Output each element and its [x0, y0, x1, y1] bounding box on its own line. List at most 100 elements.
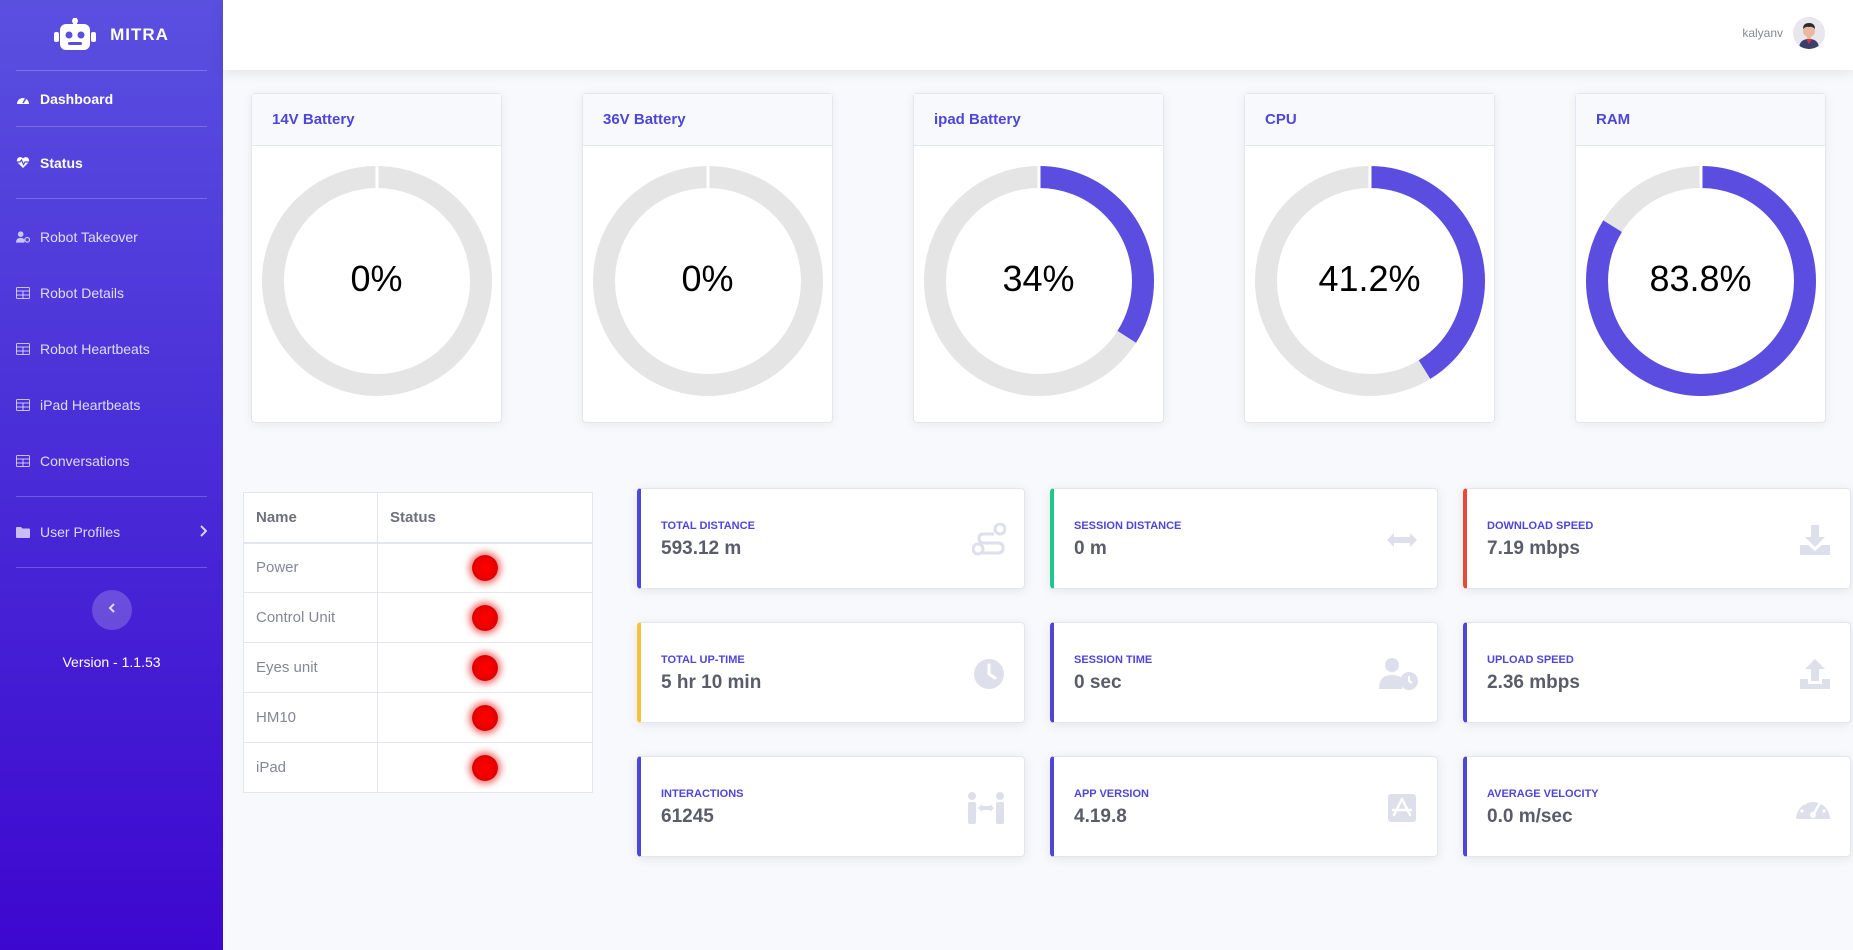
row-status: [377, 542, 593, 593]
table-header-row: Name Status: [243, 492, 593, 544]
stat-card-app-version: APP VERSION 4.19.8: [1050, 756, 1438, 857]
gauge-value: 83.8%: [1649, 258, 1752, 299]
table-row: Eyes unit: [243, 642, 593, 693]
stat-value: 61245: [661, 806, 714, 827]
sidebar-item-conversations[interactable]: Conversations: [0, 433, 223, 489]
clock-icon: [972, 657, 1006, 691]
chevron-right-icon: [199, 524, 208, 540]
gauge-value: 34%: [1002, 258, 1075, 299]
gauge-value: 41.2%: [1318, 258, 1421, 299]
sidebar-item-dashboard[interactable]: Dashboard: [0, 71, 223, 126]
brand[interactable]: MITRA: [0, 0, 223, 70]
stat-value: 0 sec: [1074, 672, 1122, 693]
avatar: [1793, 17, 1825, 49]
gauge-card-ipad-battery: ipad Battery 34%: [913, 93, 1164, 423]
user-cog-icon: [16, 230, 30, 244]
status-indicator-off: [472, 604, 498, 631]
stat-card-total-distance: TOTAL DISTANCE 593.12 m: [637, 488, 1025, 589]
sidebar-item-label: Robot Takeover: [40, 229, 138, 245]
row-name: iPad: [243, 742, 378, 793]
sidebar-item-robot-details[interactable]: Robot Details: [0, 265, 223, 321]
row-name: HM10: [243, 692, 378, 743]
table-icon: [16, 286, 30, 300]
stat-value: 0.0 m/sec: [1487, 806, 1573, 827]
gauge-value: 0%: [681, 258, 734, 299]
stat-label: INTERACTIONS: [661, 788, 744, 800]
stat-label: DOWNLOAD SPEED: [1487, 520, 1594, 532]
column-header-name[interactable]: Name: [243, 492, 378, 544]
status-indicator-off: [472, 554, 498, 581]
sidebar-item-robot-takeover[interactable]: Robot Takeover: [0, 209, 223, 265]
sidebar-item-status[interactable]: Status: [0, 127, 223, 198]
stat-label: UPLOAD SPEED: [1487, 654, 1574, 666]
status-indicator-off: [472, 754, 498, 781]
sidebar-item-robot-heartbeats[interactable]: Robot Heartbeats: [0, 321, 223, 377]
stat-card-interactions: INTERACTIONS 61245: [637, 756, 1025, 857]
stat-label: SESSION DISTANCE: [1074, 520, 1182, 532]
stat-card-download-speed: DOWNLOAD SPEED 7.19 mbps: [1463, 488, 1851, 589]
sidebar-item-label: Dashboard: [40, 90, 114, 107]
gauge-title: 36V Battery: [583, 94, 832, 146]
people-arrows-icon: [966, 791, 1006, 825]
table-icon: [16, 454, 30, 468]
sidebar-toggle-button[interactable]: [91, 590, 132, 630]
gauge-card-14v-battery: 14V Battery 0%: [251, 93, 502, 423]
chevron-left-icon: [108, 601, 116, 619]
sidebar-item-label: Robot Details: [40, 285, 125, 301]
download-icon: [1798, 523, 1832, 557]
stat-card-upload-speed: UPLOAD SPEED 2.36 mbps: [1463, 622, 1851, 723]
table-row: Power: [243, 542, 593, 593]
row-name: Eyes unit: [243, 642, 378, 693]
status-indicator-off: [472, 704, 498, 731]
sidebar-item-label: Status: [40, 154, 83, 171]
gauge-title: 14V Battery: [252, 94, 501, 146]
gauge-card-cpu: CPU 41.2%: [1244, 93, 1495, 423]
gauge-title: CPU: [1245, 94, 1494, 146]
stat-value: 5 hr 10 min: [661, 672, 762, 693]
gauge-card-36v-battery: 36V Battery 0%: [582, 93, 833, 423]
stat-label: SESSION TIME: [1074, 654, 1153, 666]
arrows-horizontal-icon: [1385, 523, 1419, 557]
row-status: [377, 642, 593, 693]
stat-card-session-time: SESSION TIME 0 sec: [1050, 622, 1438, 723]
stat-card-session-distance: SESSION DISTANCE 0 m: [1050, 488, 1438, 589]
stat-value: 593.12 m: [661, 538, 742, 559]
stat-value: 2.36 mbps: [1487, 672, 1580, 693]
status-indicator-off: [472, 654, 498, 681]
gauge-title: RAM: [1576, 94, 1825, 146]
stat-value: 4.19.8: [1074, 806, 1127, 827]
stat-card-average-velocity: AVERAGE VELOCITY 0.0 m/sec: [1463, 756, 1851, 857]
table-row: HM10: [243, 692, 593, 743]
user-menu[interactable]: kalyanv: [1742, 17, 1825, 49]
sidebar-item-user-profiles[interactable]: User Profiles: [0, 497, 223, 567]
speedometer-icon: [1794, 791, 1832, 825]
stat-card-total-uptime: TOTAL UP-TIME 5 hr 10 min: [637, 622, 1025, 723]
stat-label: TOTAL DISTANCE: [661, 520, 755, 532]
gauge-value: 0%: [350, 258, 403, 299]
row-status: [377, 592, 593, 643]
stat-label: TOTAL UP-TIME: [661, 654, 745, 666]
sidebar: MITRA Dashboard Status Robot Takeover Ro…: [0, 0, 223, 950]
topbar: kalyanv: [223, 0, 1853, 70]
stat-label: APP VERSION: [1074, 788, 1149, 800]
gauge-title: ipad Battery: [914, 94, 1163, 146]
heartbeat-icon: [16, 156, 30, 170]
sidebar-item-label: User Profiles: [40, 524, 121, 540]
tachometer-icon: [16, 92, 30, 106]
sidebar-divider: [16, 567, 207, 568]
upload-icon: [1798, 657, 1832, 691]
brand-name: MITRA: [110, 25, 169, 44]
robot-logo-icon: [54, 18, 97, 52]
version-label: Version - 1.1.53: [62, 654, 161, 670]
gauge-card-ram: RAM 83.8%: [1575, 93, 1826, 423]
app-store-icon: [1385, 791, 1419, 825]
row-name: Control Unit: [243, 592, 378, 643]
route-icon: [971, 522, 1007, 557]
row-status: [377, 692, 593, 743]
column-header-status[interactable]: Status: [377, 492, 593, 544]
table-icon: [16, 342, 30, 356]
sidebar-item-ipad-heartbeats[interactable]: iPad Heartbeats: [0, 377, 223, 433]
row-status: [377, 742, 593, 793]
row-name: Power: [243, 542, 378, 593]
username: kalyanv: [1742, 26, 1783, 40]
